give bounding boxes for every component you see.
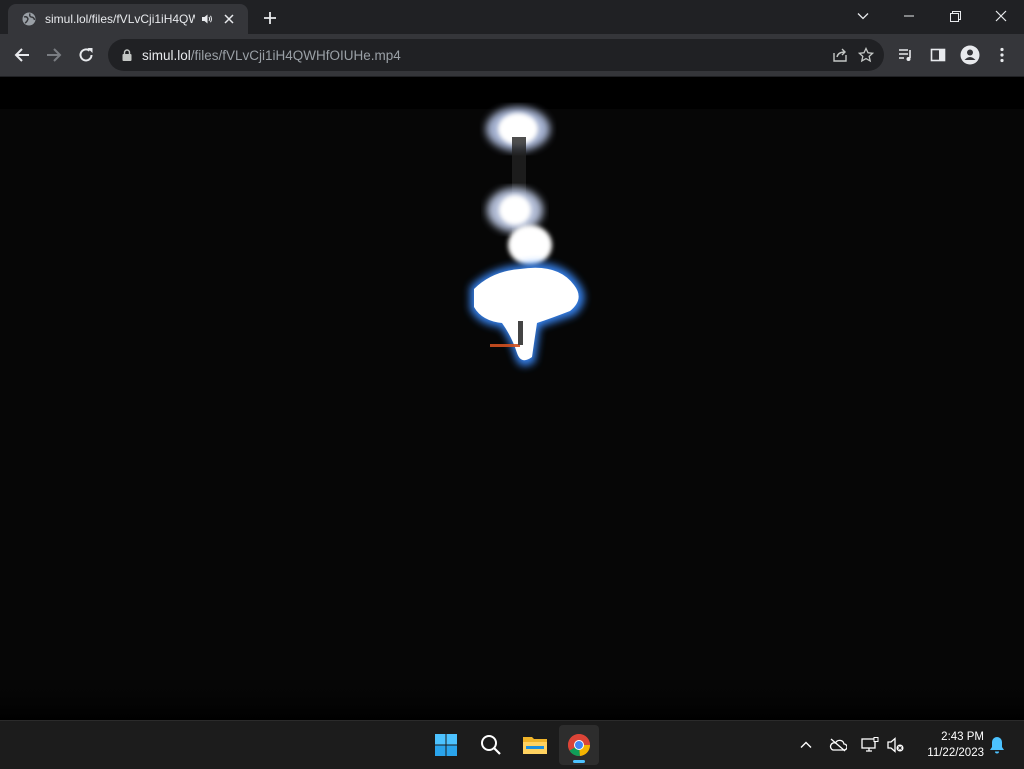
- back-arrow-icon: [14, 48, 29, 62]
- url-host: simul.lol: [142, 47, 191, 63]
- onedrive-icon: [829, 738, 847, 752]
- taskbar: 2:43 PM 11/22/2023: [0, 720, 1024, 769]
- plus-icon: [264, 12, 276, 24]
- url-text[interactable]: simul.lol/files/fVLvCji1iH4QWHfOIUHe.mp4: [142, 48, 401, 63]
- reload-button[interactable]: [72, 41, 100, 69]
- onedrive-button[interactable]: [826, 733, 850, 757]
- search-icon: [481, 735, 501, 755]
- menu-button[interactable]: [988, 41, 1016, 69]
- reload-icon: [79, 48, 93, 62]
- notification-bell-icon: [990, 737, 1004, 754]
- tab-title: simul.lol/files/fVLvCji1iH4QWHfOIUHe.mp4: [45, 12, 195, 26]
- page-content: [0, 77, 1024, 720]
- lock-icon[interactable]: [120, 48, 134, 62]
- chevron-up-icon: [800, 741, 812, 748]
- media-control-icon: [899, 49, 911, 61]
- file-explorer-button[interactable]: [515, 725, 555, 765]
- close-icon[interactable]: [221, 11, 237, 27]
- taskbar-clock[interactable]: 2:43 PM 11/22/2023: [914, 729, 984, 761]
- browser-window: simul.lol/files/fVLvCji1iH4QWHfOIUHe.mp4: [0, 0, 1024, 720]
- restore-button[interactable]: [932, 0, 978, 32]
- chevron-down-icon: [857, 13, 869, 20]
- kebab-menu-icon: [1000, 47, 1004, 63]
- new-tab-button[interactable]: [258, 6, 282, 30]
- network-icon: [861, 737, 879, 752]
- tab-strip: simul.lol/files/fVLvCji1iH4QWHfOIUHe.mp4: [0, 0, 1024, 34]
- browser-toolbar: simul.lol/files/fVLvCji1iH4QWHfOIUHe.mp4: [0, 34, 1024, 77]
- start-button[interactable]: [426, 725, 466, 765]
- clock-date: 11/22/2023: [927, 747, 984, 759]
- star-icon[interactable]: [857, 46, 875, 68]
- tab-search-button[interactable]: [840, 0, 886, 32]
- back-button[interactable]: [8, 41, 36, 69]
- start-icon: [435, 734, 457, 756]
- side-panel-button[interactable]: [924, 41, 952, 69]
- globe-icon: [22, 12, 36, 26]
- close-window-button[interactable]: [978, 0, 1024, 32]
- volume-muted-icon: [887, 737, 904, 753]
- media-control-button[interactable]: [892, 41, 920, 69]
- video-player[interactable]: [0, 77, 1024, 720]
- profile-icon: [960, 45, 980, 65]
- chrome-icon: [568, 734, 591, 757]
- address-bar[interactable]: simul.lol/files/fVLvCji1iH4QWHfOIUHe.mp4: [108, 39, 884, 71]
- restore-icon: [949, 10, 961, 22]
- url-path: /files/fVLvCji1iH4QWHfOIUHe.mp4: [190, 47, 401, 63]
- clock-time: 2:43 PM: [941, 731, 984, 743]
- search-button[interactable]: [471, 725, 511, 765]
- volume-button[interactable]: [884, 733, 908, 757]
- minimize-icon: [904, 15, 914, 17]
- profile-button[interactable]: [956, 41, 984, 69]
- browser-tab[interactable]: simul.lol/files/fVLvCji1iH4QWHfOIUHe.mp4: [8, 4, 248, 34]
- file-explorer-icon: [523, 737, 547, 754]
- speaker-icon[interactable]: [199, 11, 215, 27]
- forward-arrow-icon: [47, 48, 62, 62]
- share-icon[interactable]: [832, 47, 848, 68]
- side-panel-icon: [930, 48, 946, 62]
- minimize-button[interactable]: [886, 0, 932, 32]
- active-app-indicator: [573, 760, 585, 763]
- close-icon: [995, 10, 1007, 22]
- network-button[interactable]: [858, 733, 882, 757]
- chrome-button[interactable]: [559, 725, 599, 765]
- forward-button[interactable]: [40, 41, 68, 69]
- show-hidden-icons-button[interactable]: [794, 733, 818, 757]
- notification-button[interactable]: [985, 733, 1009, 757]
